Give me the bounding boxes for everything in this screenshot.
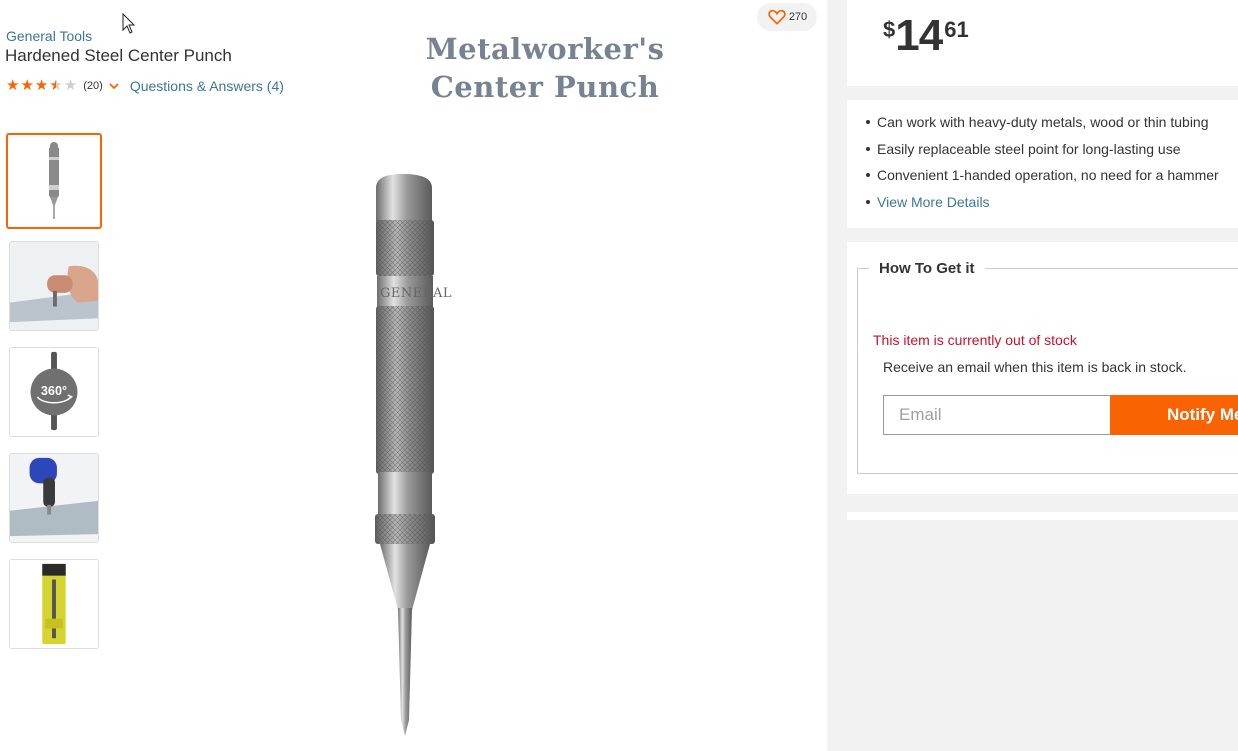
highlight-item: Easily replaceable steel point for long-… <box>864 139 1219 166</box>
notify-me-button[interactable]: Notify Me <box>1110 395 1238 435</box>
star-rating[interactable]: ★ ★ ★ ★ ★ <box>6 77 78 95</box>
heart-icon <box>768 9 786 25</box>
thumbnail-product-front[interactable] <box>6 133 102 229</box>
how-to-get-it-heading: How To Get it <box>879 260 975 277</box>
rating-row: ★ ★ ★ ★ ★ (20) Questions & Answers (4) <box>6 77 284 95</box>
review-count[interactable]: (20) <box>83 80 103 92</box>
price-card: $ 14 61 <box>847 0 1238 86</box>
overlay-title-line-1: Metalworker's <box>425 32 665 66</box>
price: $ 14 61 <box>883 12 969 60</box>
product-highlights: Can work with heavy-duty metals, wood or… <box>864 112 1219 218</box>
chevron-down-icon[interactable] <box>108 80 120 92</box>
product-media-area: General Tools Hardened Steel Center Punc… <box>0 0 827 751</box>
mouse-cursor-icon <box>122 13 136 34</box>
overlay-title-line-2: Center Punch <box>430 70 660 104</box>
360-view-icon: 360° <box>10 348 98 436</box>
price-dollars: 14 <box>895 11 943 60</box>
out-of-stock-message: This item is currently out of stock <box>873 332 1077 348</box>
half-star-icon: ★ <box>49 78 62 95</box>
star-icon: ★ <box>6 77 20 94</box>
empty-star-icon: ★ <box>63 77 78 94</box>
brand-link[interactable]: General Tools <box>6 28 92 44</box>
price-currency: $ <box>883 17 896 42</box>
highlight-more: View More Details <box>864 192 1219 219</box>
packaging-thumbnail-image <box>10 560 98 648</box>
highlight-item: Convenient 1-handed operation, no need f… <box>864 165 1219 192</box>
thumbnail-360-view[interactable]: 360° <box>9 347 99 437</box>
price-cents: 61 <box>944 17 969 42</box>
star-icon: ★ <box>34 77 49 94</box>
punch-thumbnail-image <box>49 142 59 219</box>
view-more-details-link[interactable]: View More Details <box>877 194 990 210</box>
highlight-item: Can work with heavy-duty metals, wood or… <box>864 112 1219 139</box>
thumbnail-in-use-drill[interactable] <box>9 453 99 543</box>
next-card <box>847 512 1238 520</box>
email-input[interactable] <box>883 395 1111 435</box>
notify-description: Receive an email when this item is back … <box>883 359 1187 375</box>
main-product-image[interactable]: GENERAL <box>300 150 520 751</box>
questions-answers-link[interactable]: Questions & Answers (4) <box>130 78 284 94</box>
star-icon: ★ <box>20 77 34 94</box>
svg-text:360°: 360° <box>41 383 67 398</box>
how-to-get-it-section: How To Get it This item is currently out… <box>857 260 1238 474</box>
image-overlay-title: Metalworker's Center Punch <box>400 30 690 106</box>
engraving-text: GENERAL <box>380 286 452 301</box>
drill-thumbnail-image <box>10 454 98 542</box>
favorite-count: 270 <box>788 11 808 23</box>
favorite-button[interactable]: 270 <box>757 3 817 31</box>
hand-thumbnail-image <box>10 242 98 330</box>
buy-box-panel: $ 14 61 Can work with heavy-duty metals,… <box>827 0 1238 751</box>
thumbnail-packaging[interactable] <box>9 559 99 649</box>
thumbnail-in-use-hand[interactable] <box>9 241 99 331</box>
product-title: Hardened Steel Center Punch <box>5 46 232 65</box>
